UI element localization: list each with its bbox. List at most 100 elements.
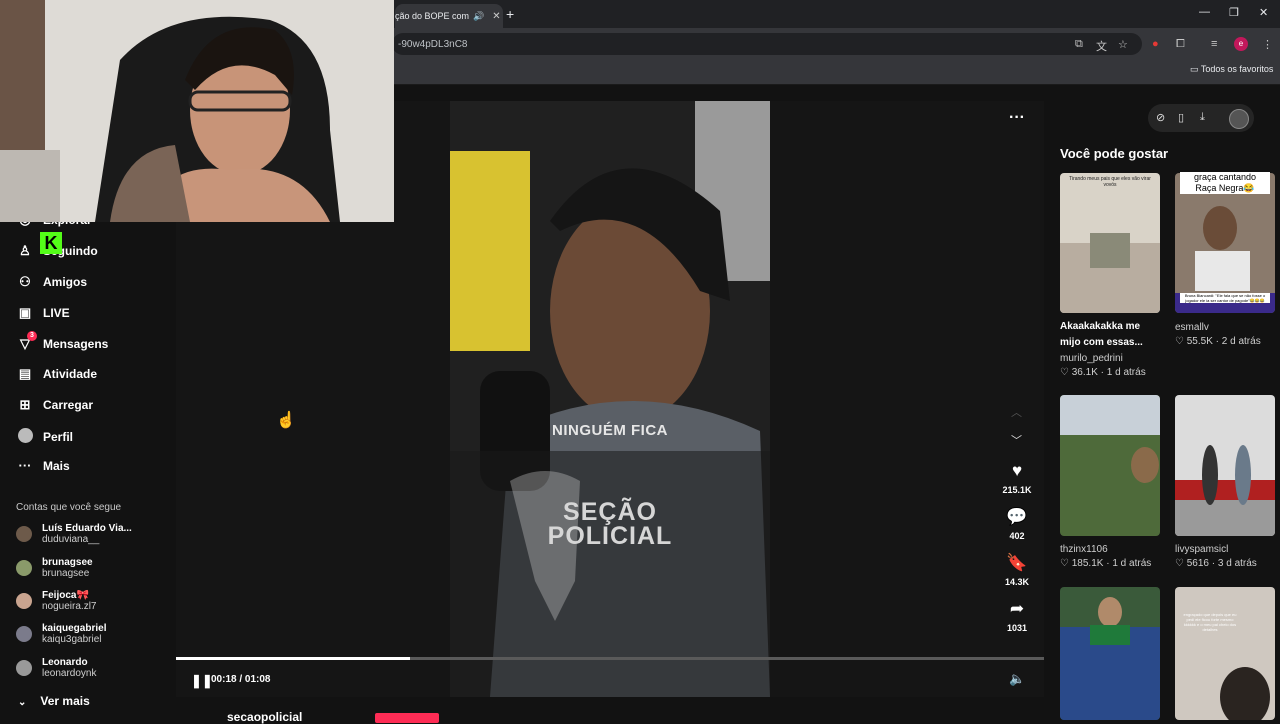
account-handle: leonardoynk [42,668,97,679]
age: 3 d atrás [1217,558,1257,569]
messages-badge: 3 [27,331,37,341]
age: 1 d atrás [1106,367,1146,378]
extension-record-icon[interactable]: ● [1152,38,1159,50]
heart-outline-icon: ♡ [1060,367,1069,378]
url-text[interactable]: -90w4pDL3nC8 [398,39,468,50]
avatar [16,526,32,542]
extensions-icon[interactable]: ⧠ [1176,38,1185,51]
suggestion-thumbnail[interactable] [1060,587,1160,720]
author-handle[interactable]: secaopolicial [227,710,302,724]
likes: 185.1K [1071,558,1104,569]
nav-label: Atividade [43,367,98,381]
nav-label: Carregar [43,398,94,412]
thumbnail-image [1175,173,1275,313]
bookmark-icon: 🔖 [1006,553,1028,572]
nav-atividade[interactable]: ▤ Atividade [16,366,97,382]
nav-carregar[interactable]: ⊞ Carregar [16,397,93,413]
volume-icon[interactable]: 🔈 [1009,671,1025,687]
all-bookmarks-folder[interactable]: ▭ Todos os favoritos [1190,64,1273,75]
share-icon: ➦ [1009,599,1025,618]
media-control-icon[interactable]: ≡ [1211,38,1217,50]
active-tab[interactable]: ção do BOPE com 🔊 ✕ [395,4,503,28]
thumbnail-image [1175,587,1275,720]
save-button[interactable]: 🔖 14.3K [997,553,1037,587]
suggestion-meta: ♡ 185.1K · 1 d atrás [1060,558,1152,569]
share-button[interactable]: ➦ 1031 [997,599,1037,633]
likes: 5616 [1186,558,1209,569]
comment-button[interactable]: 💬 402 [997,507,1037,541]
account-name: brunagsee [42,557,93,568]
thumb-line: graça cantando [1193,172,1257,182]
avatar [16,560,32,576]
bookmark-star-icon[interactable]: ☆ [1118,38,1128,51]
like-button[interactable]: ♥ 215.1K [997,461,1037,495]
suggestion-thumbnail[interactable] [1060,395,1160,536]
account-handle: brunagsee [42,568,90,579]
video-overlay-text: NINGUÉM FICA [552,422,668,439]
activity-icon: ▤ [18,366,32,381]
restore-icon[interactable]: ❐ [1229,6,1239,19]
thumb-line: Raça Negra😂 [1195,183,1255,193]
minimize-icon[interactable]: — [1199,6,1210,18]
upload-icon: ⊞ [19,397,31,412]
download-icon[interactable]: ⤓ [1200,111,1205,124]
suggestion-caption[interactable]: Akaakakakka me mijo com essas... [1060,319,1165,351]
thumbnail-title: graça cantando Raça Negra😂 [1180,172,1270,194]
menu-kebab-icon[interactable]: ⋮ [1262,38,1273,51]
followed-account[interactable]: brunagsee brunagsee [16,557,93,579]
follow-button[interactable] [375,713,439,723]
account-name: Luís Eduardo Via... [42,523,132,534]
suggestion-thumbnail[interactable] [1175,587,1275,720]
age: 2 d atrás [1221,336,1261,347]
nav-mensagens[interactable]: ▽ 3 Mensagens [16,331,108,352]
suggestion-user[interactable]: thzinx1106 [1060,544,1108,555]
video-frame[interactable] [450,101,770,697]
nav-label: LIVE [43,306,70,320]
profile-icon [16,428,34,446]
following-icon: ♙ [19,243,31,258]
translate-icon[interactable]: 文 [1096,38,1107,54]
user-avatar[interactable] [1229,109,1249,129]
nav-mais[interactable]: ··· Mais [16,458,70,473]
suggestion-user[interactable]: esmallv [1175,322,1209,333]
watermark-line-2: POLICIAL [547,522,673,550]
time-display: 00:18 / 01:08 [211,674,271,685]
avatar [16,626,32,642]
close-tab-icon[interactable]: ✕ [492,11,500,22]
profile-avatar[interactable]: e [1234,37,1248,51]
device-icon[interactable]: ▯ [1178,111,1184,124]
suggestion-thumbnail[interactable] [1175,173,1275,313]
more-options-icon[interactable]: ··· [1009,109,1025,127]
like-count: 215.1K [1002,485,1032,495]
chevron-down-icon: ⌄ [18,697,27,708]
see-more-button[interactable]: ⌄ Ver mais [18,694,90,708]
nav-live[interactable]: ▣ LIVE [16,305,70,321]
suggestion-user[interactable]: murilo_pedrini [1060,353,1123,364]
cast-icon[interactable]: ⧉ [1075,38,1083,51]
nav-perfil[interactable]: Perfil [16,428,73,446]
followed-account[interactable]: Luís Eduardo Via... duduviana__ [16,523,132,545]
suggestion-thumbnail[interactable] [1175,395,1275,536]
pause-icon[interactable]: ❚❚ [191,673,213,689]
suggestion-thumbnail[interactable] [1060,173,1160,313]
live-icon: ▣ [18,305,32,320]
nav-amigos[interactable]: ⚇ Amigos [16,274,87,290]
address-bar[interactable] [392,33,1142,55]
close-window-icon[interactable]: ✕ [1259,6,1268,19]
speaker-icon[interactable]: 🔊 [473,11,484,22]
followed-account[interactable]: kaiquegabriel kaiqu3gabriel [16,623,106,645]
suggestion-user[interactable]: livyspamsicl [1175,544,1228,555]
coins-icon[interactable]: ⊘ [1156,111,1165,124]
avatar [16,660,32,676]
account-handle: nogueira.zl7 [42,601,97,612]
new-tab-button[interactable]: + [506,6,514,22]
followed-account[interactable]: Leonardo leonardoynk [16,657,96,679]
nav-label: Amigos [43,275,88,289]
followed-account[interactable]: Feijoca🎀 nogueira.zl7 [16,590,96,612]
next-video-icon[interactable]: ﹀ [1011,432,1022,448]
previous-video-icon[interactable]: ︿ [1011,404,1022,420]
thumbnail-image [1060,173,1160,313]
tab-title: ção do BOPE com [395,11,470,21]
thumbnail-image [1060,587,1160,720]
video-image [450,101,770,697]
